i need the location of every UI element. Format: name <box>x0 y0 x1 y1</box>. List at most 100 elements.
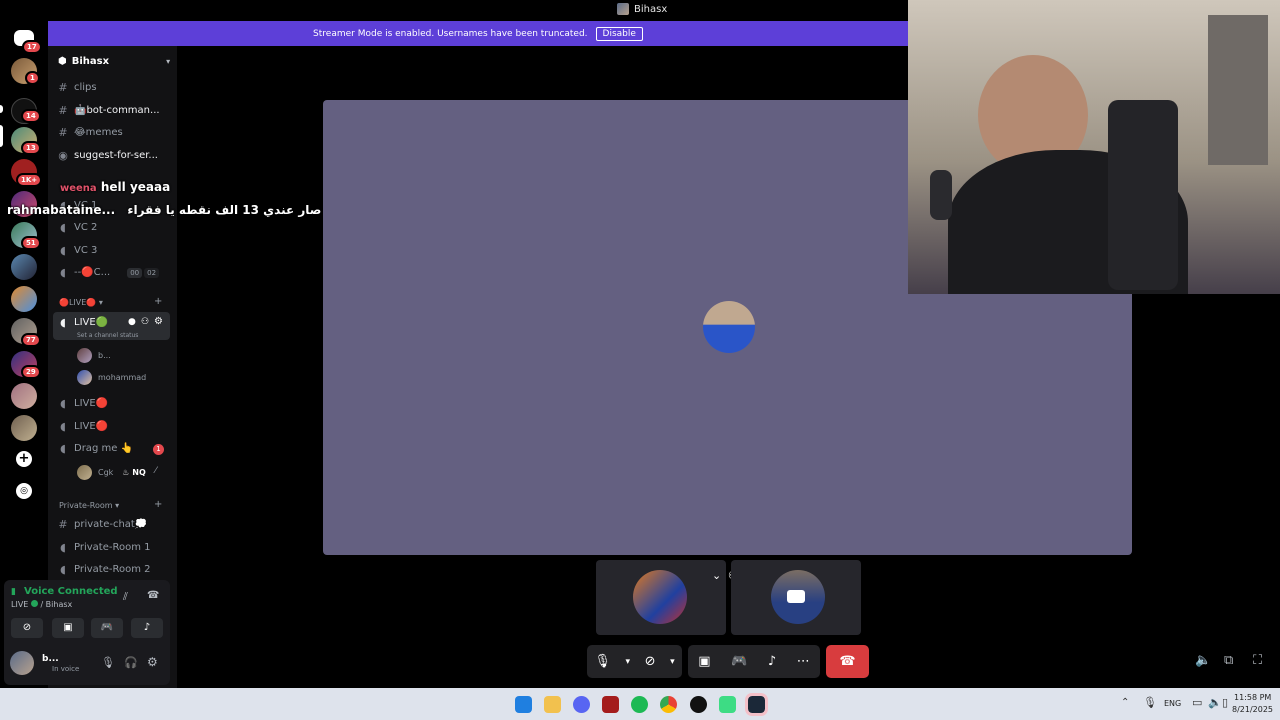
speaker-icon[interactable]: 🔈 <box>1208 696 1222 709</box>
channel-label: LIVE🔴 <box>74 398 109 409</box>
microphone-icon[interactable]: 🎙 <box>594 654 611 669</box>
overlay-user: rahmabataine... <box>7 203 116 217</box>
microphone-icon[interactable]: 🎙 <box>101 656 115 669</box>
voice-user[interactable]: mohammad <box>77 370 146 385</box>
chevron-down-icon[interactable]: ▾ <box>670 657 675 667</box>
add-channel-icon[interactable]: + <box>154 296 162 307</box>
voice-channel-private-1[interactable]: ◖ Private-Room 1 <box>57 541 151 554</box>
voice-location[interactable]: LIVE / Bihasx <box>11 600 72 609</box>
window-title: Bihasx <box>634 3 668 15</box>
invite-icon[interactable]: ⚇ <box>141 317 149 327</box>
voice-channel-live[interactable]: ◖ LIVE🟢 <box>57 316 108 329</box>
language-indicator[interactable]: ENG <box>1164 699 1181 708</box>
channel-label: 😂memes <box>74 127 123 138</box>
category-private-room[interactable]: Private-Room ▾ <box>59 501 119 510</box>
channel-label: 🤖bot-comman... <box>74 105 160 116</box>
server-icon[interactable] <box>11 254 37 280</box>
steam-icon[interactable] <box>745 693 768 716</box>
screen-share-button[interactable]: ▣ <box>52 618 84 638</box>
collapse-chevron-icon[interactable]: ⌄ <box>712 569 721 582</box>
network-icon[interactable]: ▭ <box>1192 696 1202 709</box>
voice-user[interactable]: Cgk ♨ NQ <box>77 465 146 480</box>
add-server-icon[interactable]: + <box>16 451 32 467</box>
activities-button[interactable]: 🎮 <box>91 618 123 638</box>
app-icon[interactable] <box>602 696 619 713</box>
start-icon[interactable] <box>515 696 532 713</box>
add-channel-icon[interactable]: + <box>154 499 162 510</box>
category-live[interactable]: 🔴LIVE🔴 ▾ <box>59 298 103 307</box>
webcam-overlay <box>908 0 1280 294</box>
mention-badge: 51 <box>21 236 41 250</box>
server-header[interactable]: ⬢ Bihasx ▾ <box>58 56 170 67</box>
user-name[interactable]: b... <box>42 654 59 664</box>
app-icon[interactable] <box>719 696 736 713</box>
file-explorer-icon[interactable] <box>544 696 561 713</box>
tray-chevron-icon[interactable]: ⌃ <box>1121 697 1129 708</box>
participant-avatar <box>633 570 687 624</box>
voice-channel-vc2[interactable]: ◖ VC 2 <box>57 221 97 234</box>
channel-label: Private-Room 1 <box>74 542 151 553</box>
unread-badge: 17 <box>22 40 42 54</box>
fullscreen-icon[interactable]: ⛶ <box>1253 653 1262 668</box>
gear-icon[interactable]: ⚙ <box>154 316 163 327</box>
server-icon[interactable] <box>11 286 37 312</box>
channel-suggest[interactable]: ◉ suggest-for-ser... <box>57 149 158 162</box>
channel-status[interactable]: Set a channel status <box>77 332 138 339</box>
user-name: mohammad <box>98 373 147 382</box>
obs-icon[interactable] <box>690 696 707 713</box>
gear-icon[interactable]: ⚙ <box>147 655 158 669</box>
voice-channel-drag[interactable]: ◖ Drag me 👆 <box>57 442 133 455</box>
more-icon[interactable]: ⋯ <box>797 654 810 669</box>
discord-icon[interactable] <box>573 696 590 713</box>
spotify-icon[interactable] <box>631 696 648 713</box>
server-icon[interactable] <box>11 415 37 441</box>
participant-tile[interactable] <box>731 560 861 635</box>
camera-off-button[interactable]: ⊘ <box>11 618 43 638</box>
popout-icon[interactable]: ⧉ <box>1224 653 1233 668</box>
voice-channel-c[interactable]: ◖ --🔴C... 00 02 <box>57 266 160 279</box>
channel-bot-commands[interactable]: # 🤖bot-comman... <box>57 104 160 117</box>
server-icon[interactable] <box>11 383 37 409</box>
speaker-icon: ◖ <box>60 541 66 554</box>
disconnect-button[interactable]: ☎ <box>826 645 869 678</box>
voice-user[interactable]: b... <box>77 348 111 363</box>
user-name: b... <box>98 351 111 360</box>
channel-clips[interactable]: # clips <box>57 81 96 94</box>
avatar[interactable] <box>10 651 34 675</box>
battery-icon[interactable]: ▯ <box>1222 696 1228 709</box>
webcam-microphone <box>930 170 952 220</box>
chrome-icon[interactable] <box>660 696 677 713</box>
channel-memes[interactable]: # 😂memes <box>57 126 123 139</box>
voice-connected-label[interactable]: Voice Connected <box>24 586 118 597</box>
speaker-icon: ◖ <box>60 221 66 234</box>
chevron-down-icon[interactable]: ▾ <box>625 657 630 667</box>
channel-label: Drag me 👆 <box>74 443 133 454</box>
clock-date[interactable]: 8/21/2025 <box>1232 705 1273 714</box>
channel-private-chat[interactable]: # private-chat💭 <box>57 518 147 531</box>
participant-tile[interactable] <box>596 560 726 635</box>
explore-icon[interactable]: ◎ <box>16 483 32 499</box>
voice-channel-vc3[interactable]: ◖ VC 3 <box>57 244 97 257</box>
activities-icon[interactable]: 🎮 <box>731 654 747 669</box>
camera-off-icon[interactable]: ⊘ <box>645 654 656 669</box>
mention-badge: 1K+ <box>16 173 43 187</box>
soundboard-button[interactable]: ♪ <box>131 618 163 638</box>
volume-icon[interactable]: 🔈 <box>1195 653 1211 668</box>
tray-mic-icon[interactable]: 🎙 <box>1143 696 1157 709</box>
speaker-icon: ◖ <box>60 563 66 576</box>
stage-avatar <box>703 301 755 353</box>
noise-suppression-icon[interactable]: ⫽ <box>123 590 128 604</box>
soundboard-icon[interactable]: ♪ <box>768 654 776 669</box>
speaker-icon: ◖ <box>60 316 66 329</box>
voice-channel-private-2[interactable]: ◖ Private-Room 2 <box>57 563 150 576</box>
disconnect-icon[interactable]: ☎ <box>147 590 159 601</box>
chat-icon[interactable]: ● <box>128 317 136 327</box>
headphones-icon[interactable]: 🎧 <box>124 656 138 669</box>
voice-channel-name: LIVE <box>11 600 29 609</box>
windows-taskbar: ⌃ 🎙 ENG ▭ 🔈 ▯ 11:58 PM 8/21/2025 <box>0 688 1280 720</box>
voice-channel-live-3[interactable]: ◖ LIVE🔴 <box>57 420 108 433</box>
screen-share-icon[interactable]: ▣ <box>698 654 710 669</box>
voice-channel-live-2[interactable]: ◖ LIVE🔴 <box>57 397 108 410</box>
clock-time[interactable]: 11:58 PM <box>1234 693 1271 702</box>
disable-button[interactable]: Disable <box>595 26 643 41</box>
